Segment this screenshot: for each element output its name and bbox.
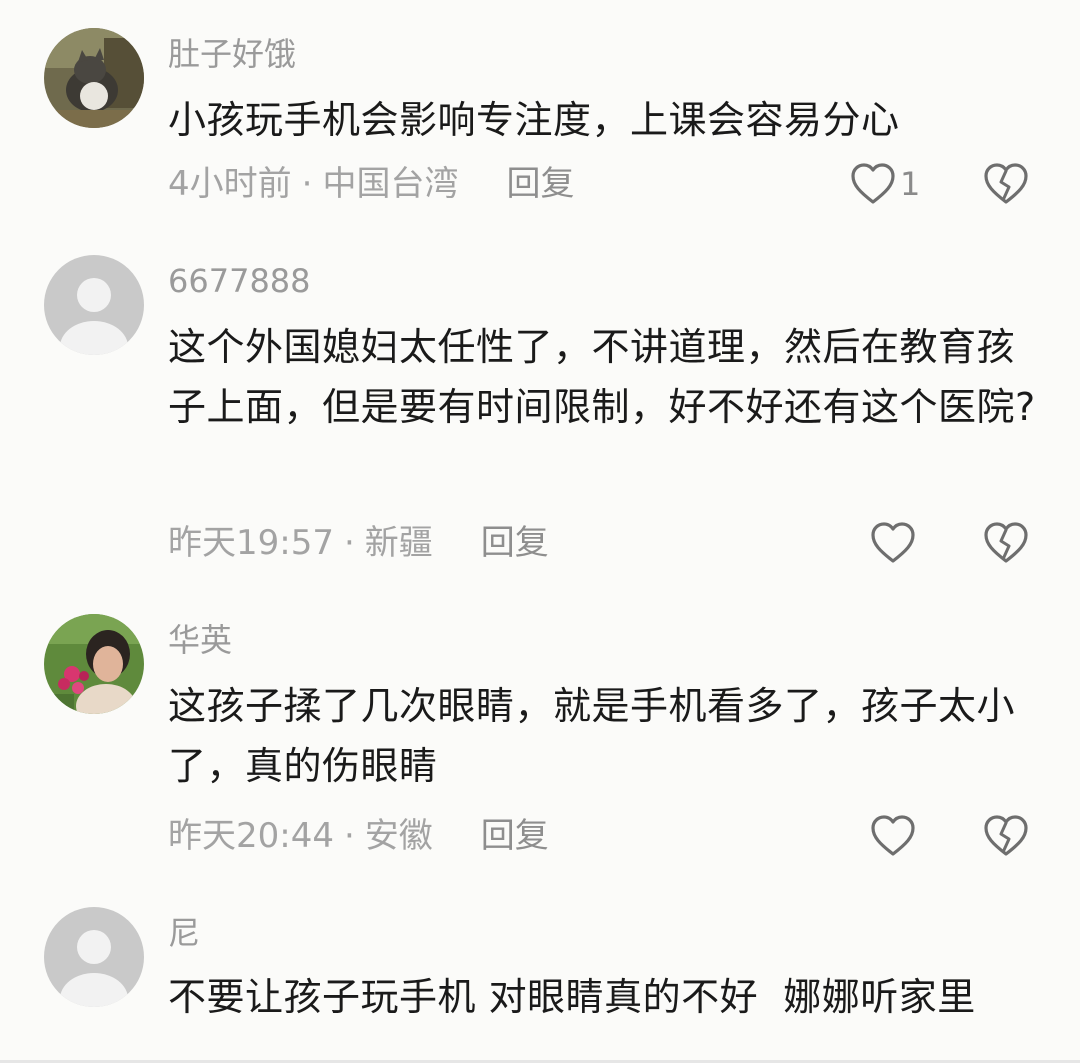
meta-separator: · [343,523,355,563]
meta-separator: · [343,816,355,856]
avatar[interactable] [44,907,144,1007]
default-user-avatar-image [44,907,144,1007]
avatar[interactable] [44,614,144,714]
dislike-button[interactable] [982,518,1030,568]
comment-location: 中国台湾 [322,164,459,204]
comment-meta: 昨天19:57 · 新疆 回复 [168,521,549,565]
reply-button[interactable]: 回复 [481,521,549,565]
comment-location: 安徽 [364,816,433,856]
comment-meta: 昨天20:44 · 安徽 回复 [168,814,549,858]
comment-list: 肚子好饿 小孩玩手机会影响专注度，上课会容易分心 4小时前 · 中国台湾 回复 1 [0,0,1080,1063]
default-user-avatar-image [44,255,144,355]
comment-text: 这个外国媳妇太任性了，不讲道理，然后在教育孩子上面，但是要有时间限制，好不好还有… [168,325,1036,429]
dislike-button[interactable] [982,811,1030,861]
like-button[interactable] [870,518,920,568]
comment-text: 这孩子揉了几次眼睛，就是手机看多了，孩子太小了，真的伤眼睛 [168,684,1016,788]
broken-heart-icon [984,815,1028,856]
avatar[interactable] [44,28,144,128]
woman-with-flowers-avatar-image [44,614,144,714]
reply-button[interactable]: 回复 [481,814,549,858]
username[interactable]: 华英 [168,618,232,662]
username[interactable]: 肚子好饿 [168,32,296,76]
comment-location: 新疆 [364,523,433,563]
broken-heart-icon [984,163,1028,204]
like-button[interactable]: 1 [850,159,920,209]
reply-button[interactable]: 回复 [506,162,574,206]
dislike-button[interactable] [982,159,1030,209]
comment-time: 昨天20:44 [168,816,334,856]
username[interactable]: 6677888 [168,259,311,303]
cat-photo-avatar-image [44,28,144,128]
comment-time: 4小时前 [168,164,292,204]
heart-outline-icon [871,522,915,563]
comment-meta: 4小时前 · 中国台湾 回复 [168,162,574,206]
comment-text: 小孩玩手机会影响专注度，上课会容易分心 [168,98,900,142]
meta-separator: · [301,164,313,204]
comment-time: 昨天19:57 [168,523,334,563]
username[interactable]: 尼 [168,911,200,955]
comment-text: 不要让孩子玩手机 对眼睛真的不好 娜娜听家里 [168,975,976,1019]
like-count: 1 [900,165,921,203]
broken-heart-icon [984,522,1028,563]
heart-outline-icon [871,815,915,856]
like-button[interactable] [870,811,920,861]
avatar[interactable] [44,255,144,355]
heart-outline-icon [851,163,895,204]
